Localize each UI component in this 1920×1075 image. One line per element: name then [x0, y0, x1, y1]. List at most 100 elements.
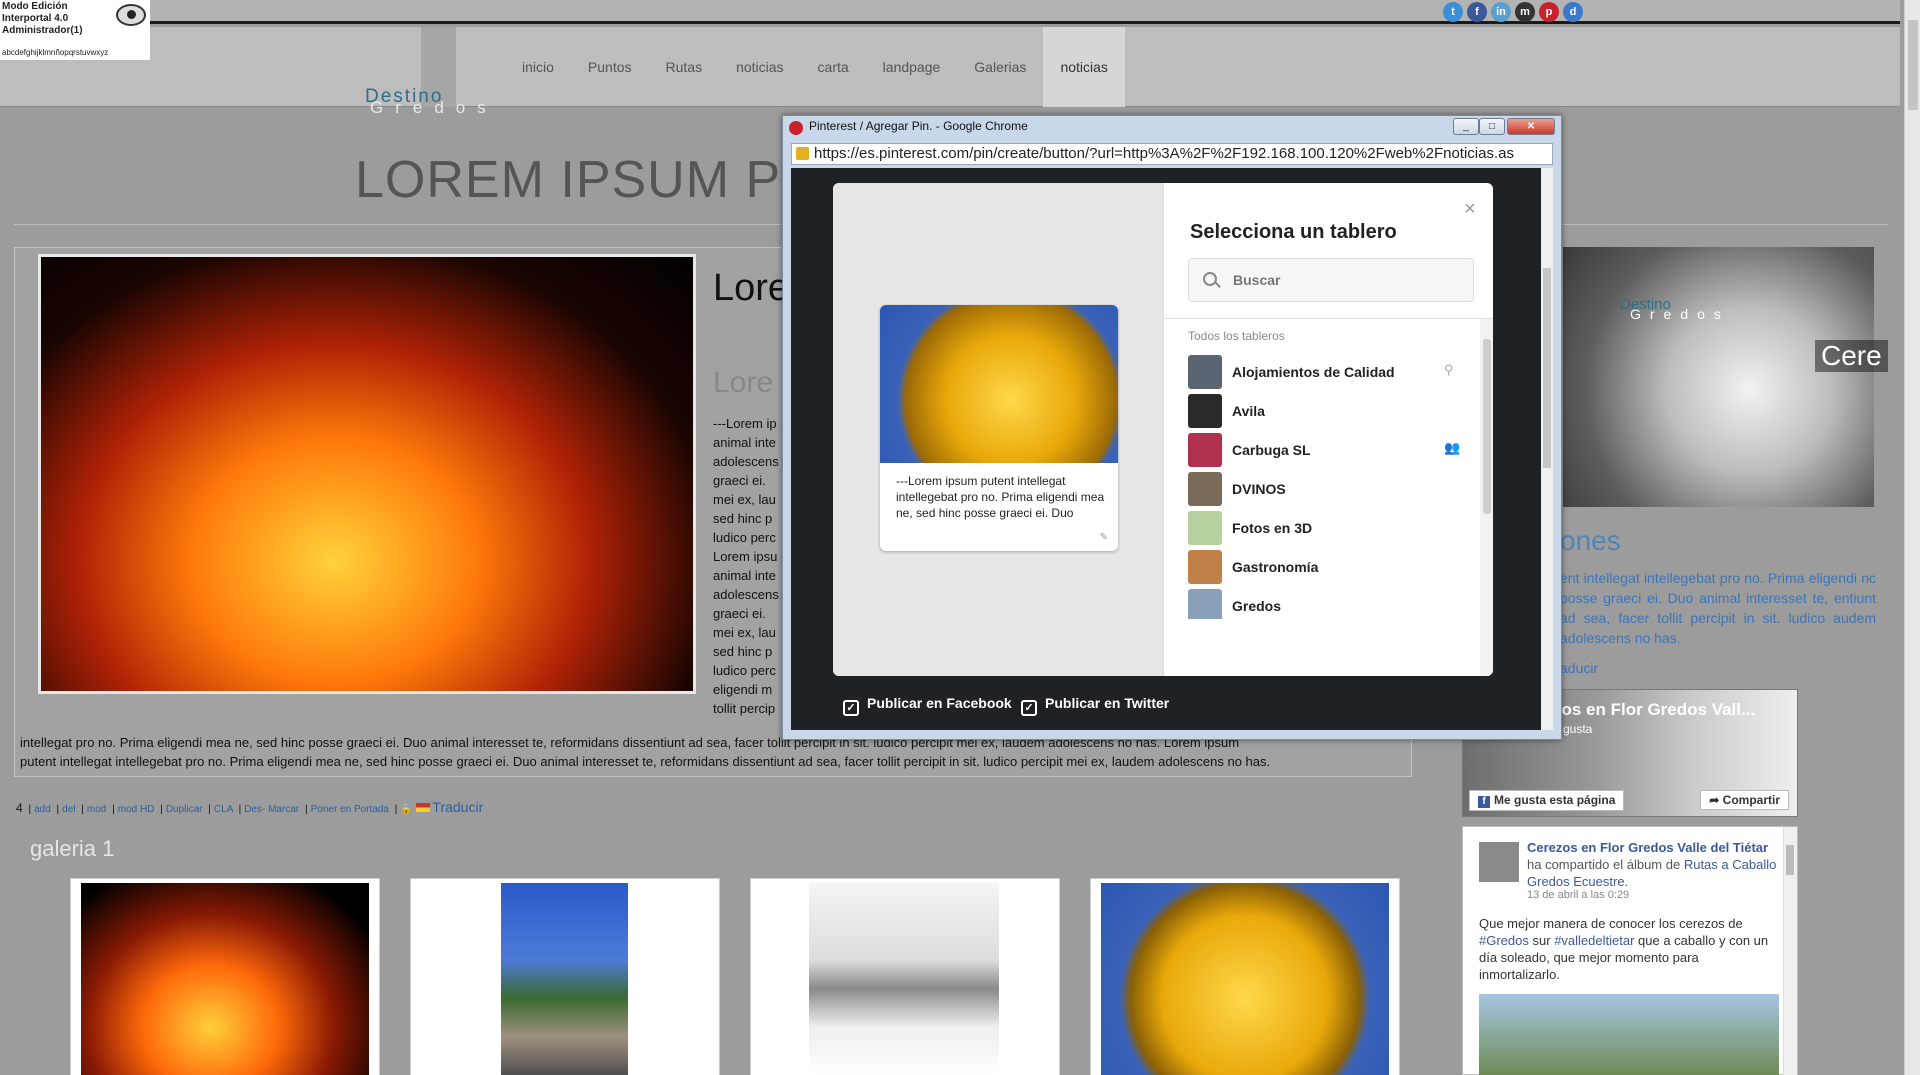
flag-icon [415, 803, 430, 812]
nav-item-galerias[interactable]: Galerias [957, 27, 1043, 107]
feed-date[interactable]: 13 de abril a las 0:29 [1527, 889, 1629, 901]
share-arrow-icon: ➦ [1709, 793, 1723, 807]
board-name: Avila [1232, 403, 1265, 419]
sidebar-image[interactable] [1563, 247, 1874, 507]
article-text-column: ---Lorem ip animal inte adolescens graec… [713, 416, 779, 716]
board-item[interactable]: Carbuga SL 👥 [1188, 433, 1468, 469]
board-list-scroll-thumb[interactable] [1483, 339, 1491, 514]
fb-share-label: Compartir [1722, 793, 1780, 807]
edit-toolbar: 4 | add | del | mod | mod HD | Duplicar | CLA … [16, 799, 484, 815]
lock-icon[interactable]: 🔒 [400, 804, 412, 815]
board-name: Carbuga SL [1232, 442, 1311, 458]
maximize-button[interactable]: □ [1479, 118, 1505, 135]
article-image-fire[interactable] [38, 254, 696, 694]
board-search-input[interactable]: Buscar [1188, 258, 1474, 302]
board-list-scrollbar[interactable] [1480, 319, 1493, 676]
feed-scroll-thumb[interactable] [1786, 845, 1794, 875]
mod-link[interactable]: mod [87, 804, 106, 815]
nav-item-noticias[interactable]: noticias [719, 27, 800, 107]
sidebar-text: ent intellegat intellegebat pro no. Prim… [1560, 570, 1876, 646]
translate-link[interactable]: Traducir [432, 799, 483, 815]
publish-facebook-checkbox[interactable]: ✓ Publicar en Facebook [843, 695, 1012, 716]
gallery-title: galeria 1 [30, 836, 115, 861]
feed-photo[interactable] [1479, 994, 1779, 1075]
popup-scroll-thumb[interactable] [1543, 268, 1551, 468]
search-placeholder: Buscar [1233, 272, 1281, 288]
board-item[interactable]: Gastronomía [1188, 550, 1468, 586]
page-scroll-thumb[interactable] [1908, 20, 1918, 110]
nav-item-inicio[interactable]: inicio [505, 27, 571, 107]
hashtag-link[interactable]: #valledeltietar [1554, 933, 1634, 948]
close-window-button[interactable]: ✕ [1507, 118, 1555, 135]
portada-link[interactable]: Poner en Portada [311, 804, 389, 815]
facebook-icon[interactable]: f [1467, 2, 1487, 22]
mod-hd-link[interactable]: mod HD [118, 804, 155, 815]
board-name: Gredos [1232, 598, 1282, 614]
gallery-thumb[interactable] [750, 878, 1060, 1075]
minimize-button[interactable]: _ [1453, 118, 1479, 135]
gallery-thumb[interactable] [70, 878, 380, 1075]
article-text-line: putent intellegat intellegebat pro no. P… [20, 754, 1271, 769]
window-title: Pinterest / Agregar Pin. - Google Chrome [809, 119, 1028, 133]
board-item[interactable]: Gredos [1188, 589, 1468, 619]
sidebar-overlay-title: Cere [1815, 340, 1888, 372]
publish-facebook-label: Publicar en Facebook [867, 695, 1012, 711]
twitter-icon[interactable]: t [1443, 2, 1463, 22]
nav-item-noticias-active[interactable]: noticias [1043, 27, 1125, 107]
cla-link[interactable]: CLA [214, 804, 233, 815]
board-name: Gastronomía [1232, 559, 1319, 575]
gallery-thumb[interactable] [1090, 878, 1400, 1075]
feed-scrollbar[interactable] [1783, 827, 1797, 1075]
eye-icon[interactable] [116, 4, 146, 26]
article-title: Lore pro n [713, 268, 793, 308]
nav-item-puntos[interactable]: Puntos [571, 27, 649, 107]
nav-item-carta[interactable]: carta [801, 27, 866, 107]
add-link[interactable]: add [34, 804, 51, 815]
nav-item-rutas[interactable]: Rutas [649, 27, 720, 107]
feed-header: Cerezos en Flor Gredos Valle del Tiétar … [1527, 840, 1777, 889]
feed-message: Que mejor manera de conocer los cerezos … [1479, 915, 1779, 983]
admin-panel: Modo Edición Interportal 4.0 Administrad… [0, 0, 150, 60]
gallery-thumb[interactable] [410, 878, 720, 1075]
pin-preview-pane: ---Lorem ipsum putent intellegat intelle… [833, 183, 1163, 676]
board-thumbnail [1188, 394, 1222, 428]
edit-pencil-icon[interactable]: ✎ [1100, 532, 1108, 543]
popup-scrollbar[interactable] [1541, 168, 1553, 730]
fb-page-title[interactable]: zos en Flor Gredos Vall... [1553, 700, 1755, 720]
hashtag-link[interactable]: #Gredos [1479, 933, 1529, 948]
desmarcar-link[interactable]: Des- Marcar [244, 804, 299, 815]
board-item[interactable]: Alojamientos de Calidad ⚲ [1188, 355, 1468, 391]
page-scrollbar[interactable] [1904, 0, 1920, 1075]
admin-alphabet: abcdefghijklmnñopqrstuvwxyz [2, 48, 109, 57]
fb-like-label: Me gusta esta página [1494, 793, 1616, 807]
pinterest-icon[interactable]: p [1539, 2, 1559, 22]
fb-like-button[interactable]: f Me gusta esta página [1469, 790, 1625, 811]
article-subtitle: Lore [713, 366, 774, 399]
board-item[interactable]: Avila [1188, 394, 1468, 430]
social-icons: t f in m p d [1443, 2, 1583, 22]
url-text: https://es.pinterest.com/pin/create/butt… [814, 145, 1514, 162]
duplicar-link[interactable]: Duplicar [166, 804, 203, 815]
feed-author[interactable]: Cerezos en Flor Gredos Valle del Tiétar [1527, 840, 1768, 855]
close-icon[interactable]: × [1464, 198, 1476, 221]
board-item[interactable]: Fotos en 3D [1188, 511, 1468, 547]
pin-preview: ---Lorem ipsum putent intellegat intelle… [880, 305, 1118, 551]
sidebar-translate-link[interactable]: aducir [1560, 660, 1598, 676]
url-bar[interactable]: https://es.pinterest.com/pin/create/butt… [791, 143, 1553, 165]
board-picker: Selecciona un tablero × Buscar Todos los… [1163, 183, 1493, 676]
lock-icon [796, 147, 809, 160]
fb-share-button[interactable]: ➦ Compartir [1700, 790, 1789, 810]
delicious-icon[interactable]: d [1563, 2, 1583, 22]
linkedin-icon[interactable]: in [1491, 2, 1511, 22]
nav-item-landpage[interactable]: landpage [866, 27, 958, 107]
pin-description[interactable]: ---Lorem ipsum putent intellegat intelle… [896, 473, 1106, 521]
board-thumbnail [1188, 511, 1222, 545]
publish-twitter-checkbox[interactable]: ✓ Publicar en Twitter [1021, 695, 1169, 716]
myspace-icon[interactable]: m [1515, 2, 1535, 22]
board-item[interactable]: DVINOS [1188, 472, 1468, 508]
gallery-photo-fire [81, 883, 369, 1075]
gallery-photo-autumn-tree [1101, 883, 1389, 1075]
del-link[interactable]: del [62, 804, 75, 815]
top-bar [0, 0, 1900, 24]
avatar[interactable] [1479, 842, 1519, 882]
